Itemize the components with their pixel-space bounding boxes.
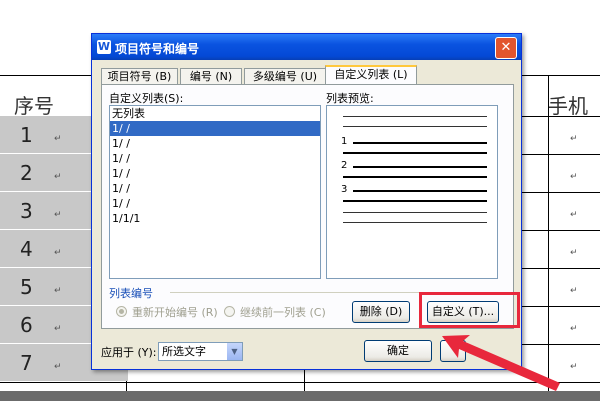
pointer-arrow-icon [442,335,560,391]
